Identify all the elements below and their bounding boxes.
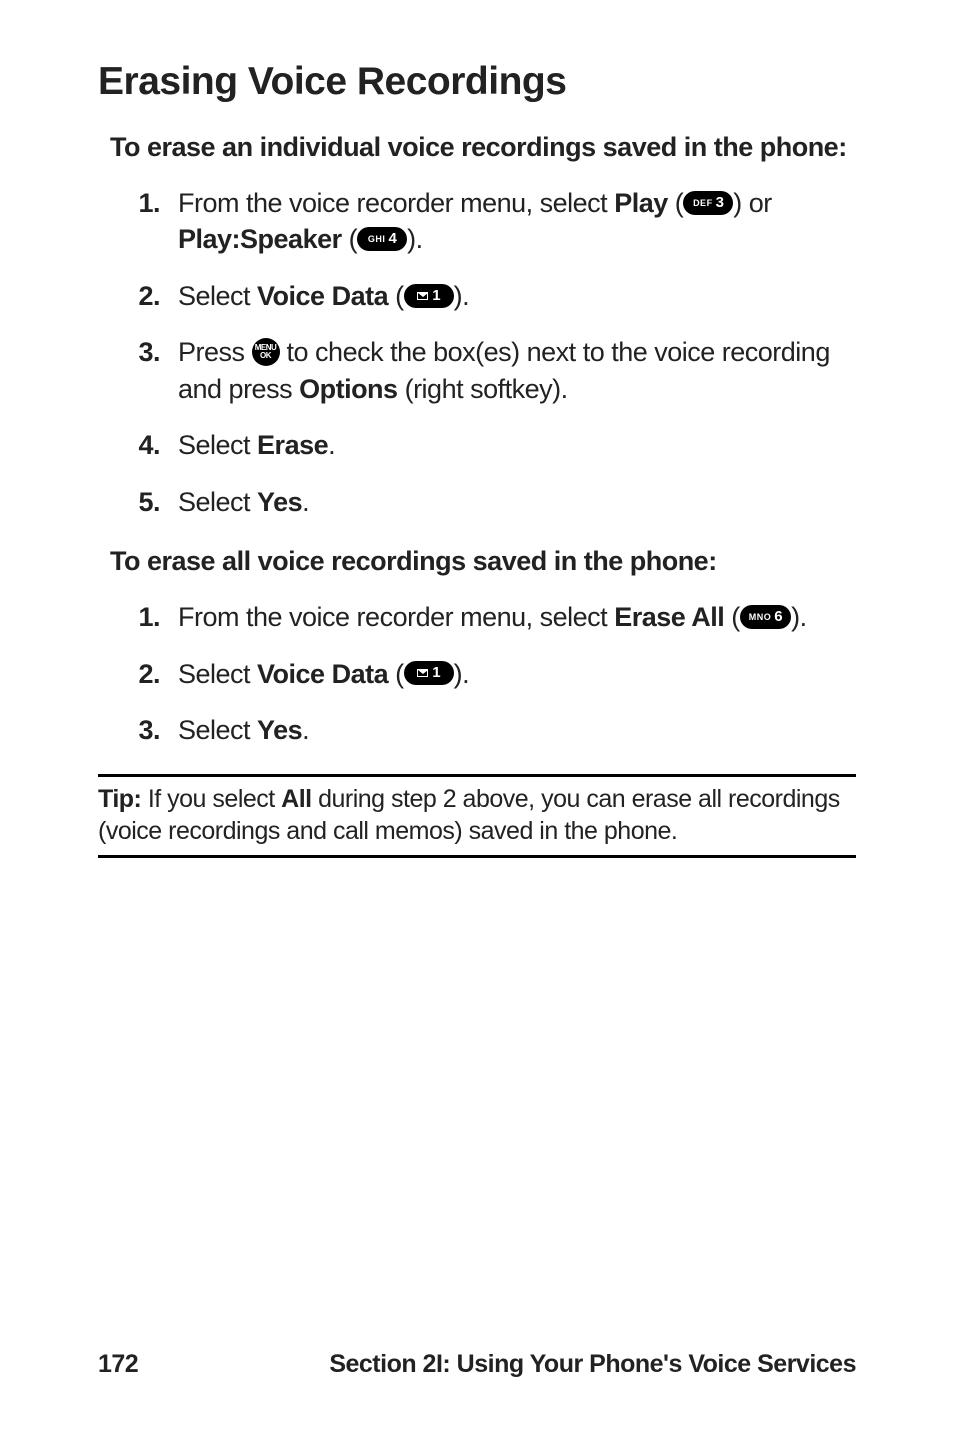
bold-text: Options <box>299 374 398 404</box>
text: ( <box>388 659 404 689</box>
text: From the voice recorder menu, select <box>178 602 614 632</box>
list-item: 5. Select Yes. <box>98 484 856 520</box>
list-item: 1. From the voice recorder menu, select … <box>98 185 856 258</box>
tip-label: Tip: <box>98 785 141 813</box>
text: Press <box>178 337 252 367</box>
section-2-list: 1. From the voice recorder menu, select … <box>98 599 856 748</box>
section-2-heading: To erase all voice recordings saved in t… <box>110 546 856 577</box>
step-body: Select Voice Data (1). <box>178 278 856 314</box>
text: ( <box>724 602 740 632</box>
step-number: 3. <box>128 334 178 370</box>
bold-text: Play:Speaker <box>178 224 342 254</box>
text: ( <box>342 224 358 254</box>
text: ). <box>454 281 470 311</box>
step-number: 2. <box>128 656 178 692</box>
section-1-heading: To erase an individual voice recordings … <box>110 132 856 163</box>
text: Select <box>178 715 257 745</box>
key-def-3-icon: DEF3 <box>683 191 733 215</box>
bold-text: All <box>281 785 311 813</box>
key-mail-1-icon: 1 <box>404 284 454 308</box>
text: From the voice recorder menu, select <box>178 188 614 218</box>
bold-text: Erase All <box>614 602 724 632</box>
key-ghi-4-icon: GHI4 <box>357 227 407 251</box>
step-number: 1. <box>128 185 178 221</box>
text: Select <box>178 430 257 460</box>
list-item: 1. From the voice recorder menu, select … <box>98 599 856 635</box>
key-mno-6-icon: MNO6 <box>740 605 791 629</box>
step-body: Select Voice Data (1). <box>178 656 856 692</box>
text: . <box>328 430 335 460</box>
page-title: Erasing Voice Recordings <box>98 60 856 104</box>
step-number: 5. <box>128 484 178 520</box>
list-item: 2. Select Voice Data (1). <box>98 278 856 314</box>
text: ). <box>454 659 470 689</box>
text: Select <box>178 659 257 689</box>
step-body: From the voice recorder menu, select Era… <box>178 599 856 635</box>
bold-text: Erase <box>257 430 328 460</box>
step-body: Press MENUOK to check the box(es) next t… <box>178 334 856 407</box>
text: ) or <box>733 188 772 218</box>
text: ( <box>388 281 404 311</box>
list-item: 3. Select Yes. <box>98 712 856 748</box>
mail-icon <box>417 292 428 300</box>
list-item: 4. Select Erase. <box>98 427 856 463</box>
key-menu-ok-icon: MENUOK <box>252 338 280 366</box>
mail-icon <box>417 669 428 677</box>
text: ( <box>668 188 684 218</box>
bold-text: Voice Data <box>257 281 388 311</box>
bold-text: Yes <box>257 715 302 745</box>
bold-text: Yes <box>257 487 302 517</box>
list-item: 2. Select Voice Data (1). <box>98 656 856 692</box>
tip-box: Tip: If you select All during step 2 abo… <box>98 774 856 858</box>
text: . <box>302 715 309 745</box>
step-body: From the voice recorder menu, select Pla… <box>178 185 856 258</box>
step-number: 4. <box>128 427 178 463</box>
text: If you select <box>141 785 281 813</box>
bold-text: Voice Data <box>257 659 388 689</box>
text: . <box>302 487 309 517</box>
step-body: Select Erase. <box>178 427 856 463</box>
section-label: Section 2I: Using Your Phone's Voice Ser… <box>329 1350 856 1379</box>
list-item: 3. Press MENUOK to check the box(es) nex… <box>98 334 856 407</box>
page-footer: 172 Section 2I: Using Your Phone's Voice… <box>98 1350 856 1379</box>
page-number: 172 <box>98 1350 138 1379</box>
key-mail-1-icon: 1 <box>404 661 454 685</box>
bold-text: Play <box>614 188 668 218</box>
step-body: Select Yes. <box>178 712 856 748</box>
text: Select <box>178 281 257 311</box>
text: ). <box>791 602 807 632</box>
text: ). <box>407 224 423 254</box>
step-number: 3. <box>128 712 178 748</box>
text: Select <box>178 487 257 517</box>
step-number: 1. <box>128 599 178 635</box>
section-2: To erase all voice recordings saved in t… <box>98 546 856 748</box>
step-number: 2. <box>128 278 178 314</box>
step-body: Select Yes. <box>178 484 856 520</box>
text: (right softkey). <box>398 374 568 404</box>
section-1-list: 1. From the voice recorder menu, select … <box>98 185 856 520</box>
section-1: To erase an individual voice recordings … <box>98 132 856 520</box>
